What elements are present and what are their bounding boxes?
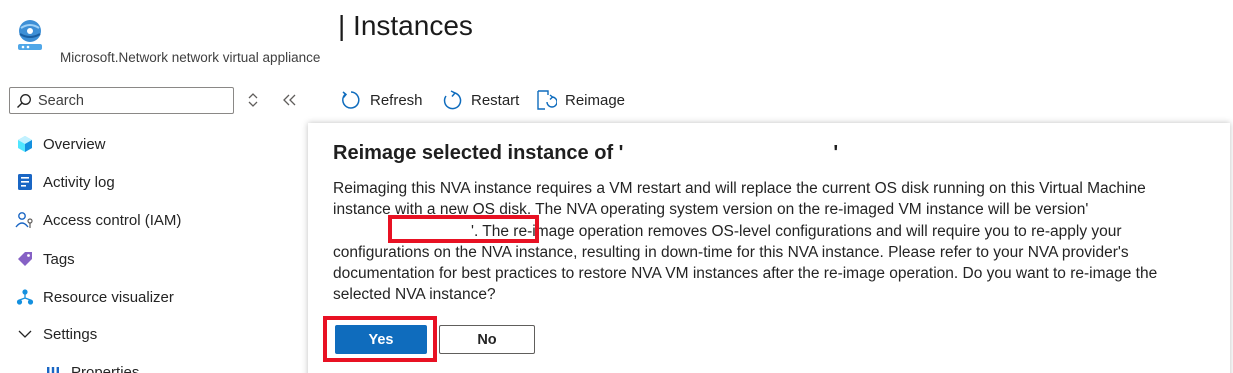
activity-log-icon (15, 172, 35, 192)
sidebar-item-resource-visualizer[interactable]: Resource visualizer (0, 282, 300, 312)
tag-icon (15, 249, 35, 269)
sidebar-item-access-control[interactable]: Access control (IAM) (0, 205, 300, 235)
restart-label: Restart (471, 91, 520, 109)
page-title: | Instances (338, 10, 473, 41)
restart-button[interactable]: Restart (441, 86, 519, 114)
nva-resource-icon (12, 18, 48, 54)
dialog-title: Reimage selected instance of ' ' (333, 142, 839, 164)
properties-icon (43, 362, 63, 373)
sidebar-item-settings[interactable]: Settings (0, 319, 300, 349)
reimage-icon (537, 90, 557, 110)
refresh-label: Refresh (370, 91, 423, 109)
reimage-label: Reimage (565, 91, 626, 109)
collapse-sidebar-icon[interactable] (280, 91, 298, 109)
refresh-icon (342, 91, 360, 109)
sidebar-item-label: Properties (71, 363, 140, 373)
sidebar-item-activity-log[interactable]: Activity log (0, 167, 300, 197)
access-control-icon (15, 210, 35, 230)
reimage-button[interactable]: Reimage (535, 86, 625, 114)
sidebar-item-label: Tags (43, 250, 75, 268)
no-button[interactable]: No (439, 325, 535, 354)
restart-icon (443, 90, 462, 110)
highlight-version-box (388, 215, 539, 243)
overview-icon (15, 134, 35, 154)
sidebar-item-properties[interactable]: Properties (0, 357, 300, 373)
page-subtitle: Microsoft.Network network virtual applia… (60, 50, 321, 65)
search-icon (17, 93, 31, 108)
search-input[interactable] (38, 92, 228, 109)
sidebar-item-label: Resource visualizer (43, 288, 174, 306)
resource-visualizer-icon (15, 287, 35, 307)
chevron-down-icon (15, 324, 35, 344)
sidebar-item-label: Settings (43, 325, 98, 343)
sidebar-item-overview[interactable]: Overview (0, 129, 300, 159)
sidebar-search-box[interactable] (9, 87, 234, 114)
sidebar-item-label: Overview (43, 135, 106, 153)
sidebar-item-tags[interactable]: Tags (0, 244, 300, 274)
sort-icon[interactable] (246, 92, 260, 108)
sidebar-item-label: Access control (IAM) (43, 211, 182, 229)
refresh-button[interactable]: Refresh (340, 86, 423, 114)
yes-button[interactable]: Yes (335, 325, 427, 354)
reimage-dialog: Reimage selected instance of ' ' Reimagin… (308, 123, 1230, 373)
sidebar-item-label: Activity log (43, 173, 115, 191)
